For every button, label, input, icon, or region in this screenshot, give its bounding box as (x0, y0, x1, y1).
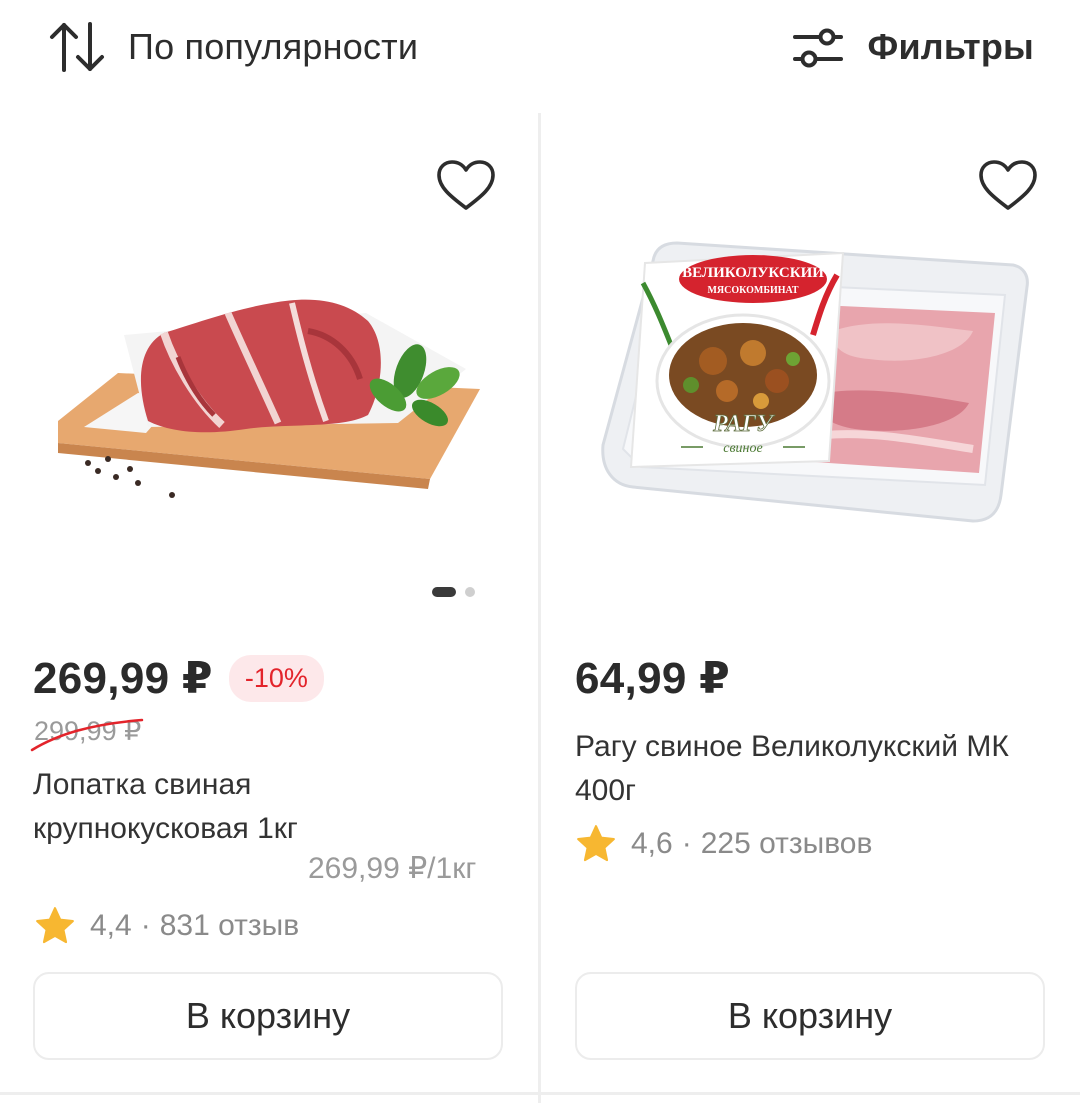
package-brand: ВЕЛИКОЛУКСКИЙ (682, 264, 824, 281)
discount-badge: -10% (228, 655, 324, 702)
rating-value: 4,4 (90, 909, 132, 942)
pork-ragout-package-image: ВЕЛИКОЛУКСКИЙ МЯСОКОМБИНАТ РАГУ свиное (601, 241, 1029, 523)
star-icon (577, 825, 615, 862)
favorite-button[interactable] (978, 159, 1038, 213)
product-title[interactable]: Лопатка свиная крупнокусковая 1кг (33, 763, 313, 851)
heart-outline-icon (437, 160, 495, 210)
product-card[interactable]: ВЕЛИКОЛУКСКИЙ МЯСОКОМБИНАТ РАГУ свиное 6… (541, 113, 1079, 1093)
product-title[interactable]: Рагу свиное Великолукский МК 400г (575, 725, 1045, 813)
add-to-cart-button[interactable]: В корзину (575, 972, 1045, 1060)
review-count: 831 отзыв (159, 909, 300, 942)
product-card[interactable]: 269,99 ₽ -10% 299,99 ₽ Лопатка свиная кр… (0, 113, 538, 1093)
sort-arrows-icon (50, 22, 104, 72)
image-gallery-indicator (432, 586, 475, 598)
old-price-wrap: 299,99 ₽ (30, 716, 144, 752)
package-brand-sub: МЯСОКОМБИНАТ (707, 285, 798, 296)
sort-label: По популярности (128, 26, 419, 67)
filters-button[interactable]: Фильтры (792, 20, 1034, 74)
package-title: РАГУ (712, 411, 775, 437)
current-price: 64,99 ₽ (575, 654, 731, 703)
pork-shoulder-image (58, 299, 480, 498)
filters-label: Фильтры (867, 26, 1034, 67)
rating-value: 4,6 (631, 827, 673, 860)
gallery-dot (465, 587, 475, 597)
add-to-cart-button[interactable]: В корзину (33, 972, 503, 1060)
price-row: 64,99 ₽ (575, 653, 730, 704)
gallery-dot-active (432, 587, 456, 597)
review-count: 225 отзывов (700, 827, 873, 860)
sort-filter-bar: По популярности Фильтры (0, 0, 1080, 92)
package-subtitle: свиное (723, 441, 762, 456)
rating[interactable]: 4,6 · 225 отзывов (575, 823, 872, 865)
rating-separator: · (140, 909, 151, 942)
heart-outline-icon (979, 160, 1037, 210)
sliders-icon (792, 28, 843, 68)
rating[interactable]: 4,4 · 831 отзыв (34, 905, 299, 947)
price-row: 269,99 ₽ -10% (33, 653, 324, 704)
favorite-button[interactable] (436, 159, 496, 213)
old-price: 299,99 ₽ (34, 716, 142, 746)
current-price: 269,99 ₽ (33, 654, 213, 703)
sort-button[interactable]: По популярности (48, 20, 418, 74)
product-image-pork-ragout[interactable]: ВЕЛИКОЛУКСКИЙ МЯСОКОМБИНАТ РАГУ свиное (593, 235, 1029, 531)
star-icon (36, 907, 74, 944)
unit-price: 269,99 ₽/1кг (308, 852, 477, 885)
product-image-pork-shoulder[interactable] (46, 273, 490, 513)
rating-separator: · (681, 827, 692, 860)
